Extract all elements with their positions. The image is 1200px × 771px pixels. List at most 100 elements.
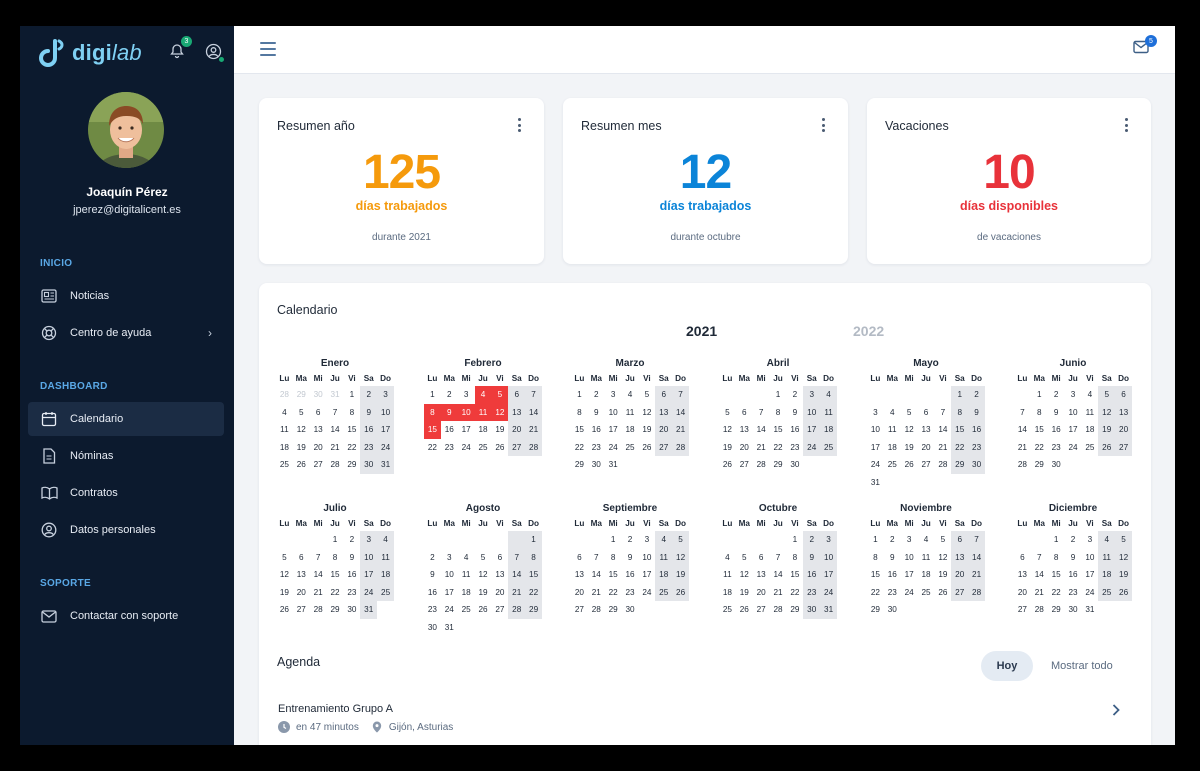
day-cell[interactable]: 8: [525, 548, 543, 567]
day-cell[interactable]: 21: [508, 583, 526, 602]
day-cell[interactable]: 12: [934, 549, 951, 567]
day-cell[interactable]: 19: [934, 566, 951, 584]
day-cell[interactable]: 26: [672, 583, 690, 602]
day-cell[interactable]: 25: [1081, 439, 1098, 457]
day-cell[interactable]: 8: [327, 549, 344, 567]
day-cell[interactable]: 9: [968, 403, 986, 422]
day-cell[interactable]: 14: [968, 548, 986, 567]
day-cell[interactable]: 12: [672, 548, 690, 567]
day-cell[interactable]: 15: [770, 421, 787, 439]
day-cell[interactable]: 17: [377, 421, 395, 439]
day-cell[interactable]: 24: [458, 439, 475, 457]
day-cell[interactable]: 2: [441, 386, 458, 404]
day-cell[interactable]: 27: [918, 456, 935, 474]
day-cell[interactable]: 27: [491, 601, 508, 619]
day-cell[interactable]: 30: [360, 456, 378, 474]
day-cell[interactable]: 27: [1115, 438, 1133, 457]
day-cell[interactable]: 10: [803, 403, 821, 422]
day-cell[interactable]: 29: [770, 456, 787, 474]
inbox-button[interactable]: 5: [1133, 35, 1157, 58]
day-cell[interactable]: 25: [458, 601, 475, 619]
day-cell[interactable]: 12: [293, 421, 310, 439]
day-cell[interactable]: 16: [622, 566, 639, 584]
day-cell[interactable]: 18: [655, 566, 673, 584]
day-cell[interactable]: 23: [968, 438, 986, 457]
day-cell[interactable]: 27: [293, 601, 310, 619]
day-cell[interactable]: 10: [901, 549, 918, 567]
day-cell[interactable]: 22: [951, 438, 969, 457]
day-cell[interactable]: 18: [884, 439, 901, 457]
day-cell[interactable]: 28: [508, 601, 526, 619]
day-cell[interactable]: 22: [343, 439, 360, 457]
day-cell[interactable]: 26: [1098, 438, 1116, 457]
day-cell[interactable]: 7: [310, 549, 327, 567]
day-cell[interactable]: 25: [475, 439, 492, 457]
day-cell[interactable]: 24: [803, 438, 821, 457]
day-cell[interactable]: 26: [934, 584, 951, 602]
day-cell[interactable]: 10: [457, 403, 475, 422]
day-cell[interactable]: 14: [310, 566, 327, 584]
day-cell[interactable]: 8: [867, 549, 884, 567]
day-cell[interactable]: 20: [508, 421, 526, 439]
sidebar-item-contactar-soporte[interactable]: Contactar con soporte: [28, 599, 224, 633]
day-cell[interactable]: 27: [508, 438, 526, 457]
day-cell[interactable]: 3: [377, 386, 395, 404]
day-cell[interactable]: 17: [820, 566, 838, 584]
day-cell[interactable]: 8: [343, 404, 360, 422]
day-cell[interactable]: 19: [901, 439, 918, 457]
day-cell[interactable]: 22: [605, 584, 622, 602]
day-cell[interactable]: 31: [820, 601, 838, 619]
day-cell[interactable]: 29: [1031, 456, 1048, 474]
day-cell[interactable]: 17: [458, 421, 475, 439]
day-cell[interactable]: 8: [424, 403, 441, 422]
day-cell[interactable]: 17: [638, 566, 655, 584]
day-cell[interactable]: 1: [343, 386, 360, 404]
day-cell[interactable]: 28: [968, 583, 986, 602]
day-cell[interactable]: 5: [736, 549, 753, 567]
day-cell[interactable]: 13: [1115, 403, 1133, 422]
day-cell[interactable]: 17: [360, 566, 378, 584]
day-cell[interactable]: 2: [360, 386, 378, 404]
day-cell[interactable]: 7: [1014, 404, 1031, 422]
day-cell[interactable]: 29: [786, 601, 803, 619]
day-cell[interactable]: 26: [1115, 583, 1133, 602]
day-cell[interactable]: 2: [588, 386, 605, 404]
day-cell[interactable]: 10: [377, 403, 395, 422]
day-cell[interactable]: 6: [571, 549, 588, 567]
day-cell[interactable]: 11: [655, 548, 673, 567]
day-cell[interactable]: 9: [1048, 404, 1065, 422]
day-cell[interactable]: 2: [343, 531, 360, 549]
day-cell[interactable]: 6: [753, 549, 770, 567]
year-tab-2021[interactable]: 2021: [686, 323, 717, 339]
day-cell[interactable]: 16: [786, 421, 803, 439]
day-cell[interactable]: 8: [770, 404, 787, 422]
day-cell[interactable]: 1: [571, 386, 588, 404]
day-cell[interactable]: 20: [293, 584, 310, 602]
day-cell[interactable]: 23: [803, 583, 821, 602]
day-cell[interactable]: 29: [1048, 601, 1065, 619]
day-cell[interactable]: 4: [622, 386, 639, 404]
avatar[interactable]: [88, 92, 164, 168]
day-cell[interactable]: 27: [736, 456, 753, 474]
day-cell[interactable]: 17: [901, 566, 918, 584]
day-cell[interactable]: 24: [820, 583, 838, 602]
day-cell[interactable]: 27: [951, 583, 969, 602]
day-cell[interactable]: 21: [1014, 439, 1031, 457]
day-cell[interactable]: 26: [293, 456, 310, 474]
day-cell[interactable]: 3: [1065, 386, 1082, 404]
day-cell[interactable]: 11: [276, 421, 293, 439]
day-cell[interactable]: 10: [820, 548, 838, 567]
day-cell[interactable]: 14: [1014, 421, 1031, 439]
day-cell[interactable]: 27: [1014, 601, 1031, 619]
day-cell[interactable]: 19: [736, 584, 753, 602]
day-cell[interactable]: 28: [934, 456, 951, 474]
day-cell[interactable]: 16: [441, 421, 458, 439]
day-cell[interactable]: 11: [719, 566, 736, 584]
day-cell[interactable]: 3: [820, 531, 838, 549]
day-cell[interactable]: 25: [884, 456, 901, 474]
day-cell[interactable]: 15: [951, 421, 969, 439]
day-cell[interactable]: 30: [622, 601, 639, 619]
day-cell[interactable]: 23: [588, 439, 605, 457]
day-cell[interactable]: 17: [441, 584, 458, 602]
day-cell[interactable]: 20: [1115, 421, 1133, 439]
